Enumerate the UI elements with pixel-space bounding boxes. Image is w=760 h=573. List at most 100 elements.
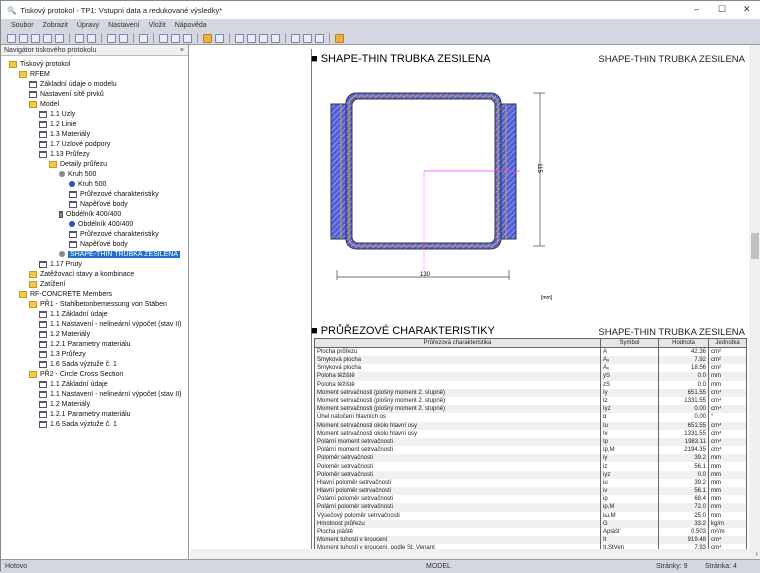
tree-item[interactable]: Tiskový protokol	[9, 59, 70, 69]
tree-item[interactable]: Zatížení	[29, 279, 65, 289]
menu-0[interactable]: Soubor	[11, 22, 34, 29]
tree-item[interactable]: 1.2 Linie	[39, 119, 76, 129]
menu-5[interactable]: Nápověda	[175, 22, 207, 29]
symbol: iv	[600, 487, 659, 496]
minimize-button[interactable]: –	[694, 4, 699, 14]
tree-item[interactable]: 1.6 Sada výztuže č. 1	[39, 419, 117, 429]
tree-item-label: Obdélník 400/400	[66, 210, 122, 218]
page-icon	[39, 360, 47, 368]
unit: cm²	[708, 364, 747, 373]
tree-item[interactable]: Model	[29, 99, 59, 109]
value: 7.92	[658, 356, 709, 365]
toolbar-button-icon[interactable]	[247, 33, 256, 43]
property-name: Poloha těžiště	[314, 372, 601, 381]
table-row: Hlavní poloměr setrvačnosti iv 56.1 mm	[314, 487, 747, 496]
toolbar-button-icon[interactable]	[87, 33, 96, 43]
close-button[interactable]: ✕	[743, 4, 751, 15]
tree-item[interactable]: RFEM	[19, 69, 50, 79]
toolbar-button-icon[interactable]	[19, 33, 28, 43]
tree-item[interactable]: Základní údaje o modelu	[29, 79, 117, 89]
tree-item[interactable]: 1.6 Sada výztuže č. 1	[39, 359, 117, 369]
tree-item[interactable]: 1.2 Materiály	[39, 329, 90, 339]
vertical-scrollbar[interactable]	[749, 45, 760, 549]
property-name: Hlavní poloměr setrvačnosti	[314, 487, 601, 496]
tree-item[interactable]: 1.1 Základní údaje	[39, 379, 108, 389]
value: 0.0	[658, 470, 709, 479]
menu-1[interactable]: Zobrazit	[43, 22, 68, 29]
tree-item[interactable]: 1.17 Pruty	[39, 259, 82, 269]
page-icon	[39, 310, 47, 318]
toolbar-button-icon[interactable]	[271, 33, 280, 43]
symbol: Aᵤ	[600, 356, 659, 365]
property-name: Úhel natočení hlavních os	[314, 413, 601, 422]
column-header: Symbol	[600, 338, 659, 348]
toolbar-button-icon[interactable]	[235, 33, 244, 43]
toolbar-button-icon[interactable]	[183, 33, 192, 43]
symbol: It	[600, 536, 659, 545]
menu-4[interactable]: Vložit	[149, 22, 166, 29]
maximize-button[interactable]: ☐	[718, 4, 726, 15]
toolbar-button-icon[interactable]	[171, 33, 180, 43]
horizontal-scrollbar[interactable]: ›	[190, 549, 760, 559]
menu-3[interactable]: Nastavení	[108, 22, 140, 29]
tree-item[interactable]: 1.7 Uzlové podpory	[39, 139, 110, 149]
unit: cm²	[708, 347, 747, 356]
toolbar-button-icon[interactable]	[303, 33, 312, 43]
toolbar-button-icon[interactable]	[291, 33, 300, 43]
tree-item[interactable]: PŘ1 - Stahlbetonbemessung von Stäben	[29, 299, 167, 309]
unit: m²/m	[708, 527, 747, 537]
toolbar-button-icon[interactable]	[31, 33, 40, 43]
toolbar-button-icon[interactable]	[215, 33, 224, 43]
tree-item[interactable]: 1.2.1 Parametry materiálu	[39, 409, 131, 419]
toolbar-button-icon[interactable]	[43, 33, 52, 43]
menu-2[interactable]: Úpravy	[77, 22, 99, 29]
tree-item[interactable]: Obdélník 400/400	[69, 219, 133, 229]
tree-item-label: 1.2 Materiály	[50, 330, 91, 338]
toolbar-button-icon[interactable]	[107, 33, 116, 43]
tree-item[interactable]: RF-CONCRETE Members	[19, 289, 112, 299]
tree-item[interactable]: Průřezové charakteristiky	[69, 229, 159, 239]
tree-item[interactable]: SHAPE-THIN TRUBKA ZESILENA	[59, 249, 181, 259]
tree-item[interactable]: Detaily průřezu	[49, 159, 107, 169]
toolbar-button-icon[interactable]	[55, 33, 64, 43]
tree-item[interactable]: 1.2 Materiály	[39, 399, 90, 409]
navigator-close-button[interactable]: ×	[180, 47, 184, 54]
tree-item-label: 1.3 Materiály	[50, 130, 91, 138]
unit: cm⁴	[708, 536, 747, 545]
toolbar-button-icon[interactable]	[335, 33, 344, 43]
tree-item[interactable]: 1.1 Nastavení - nelineární výpočet (stav…	[39, 389, 182, 399]
tree-item[interactable]: Průřezové charakteristiky	[69, 189, 159, 199]
table-row: Poloměr setrvačnosti iy 39.2 mm	[314, 454, 747, 463]
toolbar-button-icon[interactable]	[139, 33, 148, 43]
tree-item[interactable]: 1.3 Průřezy	[39, 349, 86, 359]
value: 651.55	[658, 421, 709, 430]
tree-item[interactable]: PŘ2 - Circle Cross Section	[29, 369, 123, 379]
tree-item[interactable]: Obdélník 400/400	[59, 209, 121, 219]
tree-item[interactable]: Nastavení sítě prvků	[29, 89, 104, 99]
toolbar-button-icon[interactable]	[315, 33, 324, 43]
tree-item[interactable]: Zatěžovací stavy a kombinace	[29, 269, 134, 279]
tree-item[interactable]: Kruh 500	[59, 169, 96, 179]
tree-item[interactable]: 1.13 Průřezy	[39, 149, 90, 159]
toolbar-button-icon[interactable]	[159, 33, 168, 43]
table-row: Poloměr setrvačnosti iz 56.1 mm	[314, 462, 747, 471]
toolbar-button-icon[interactable]	[75, 33, 84, 43]
tree-item[interactable]: Napěťové body	[69, 199, 128, 209]
tree-item[interactable]: Kruh 500	[69, 179, 106, 189]
tree-item[interactable]: Napěťové body	[69, 239, 128, 249]
tree-item[interactable]: 1.3 Materiály	[39, 129, 90, 139]
tree-item[interactable]: 1.1 Základní údaje	[39, 309, 108, 319]
tree-item-label: 1.3 Průřezy	[50, 350, 86, 358]
value: 56.1	[658, 487, 709, 496]
toolbar-button-icon[interactable]	[203, 33, 212, 43]
tree-item[interactable]: 1.2.1 Parametry materiálu	[39, 339, 131, 349]
vertical-scrollbar-thumb[interactable]	[751, 233, 759, 259]
tree-item[interactable]: 1.1 Nastavení - nelineární výpočet (stav…	[39, 319, 182, 329]
folder-icon	[29, 270, 37, 278]
toolbar-button-icon[interactable]	[259, 33, 268, 43]
toolbar-button-icon[interactable]	[7, 33, 16, 43]
toolbar-button-icon[interactable]	[119, 33, 128, 43]
symbol: iu	[600, 478, 659, 487]
tree-item[interactable]: 1.1 Uzly	[39, 109, 75, 119]
property-name: Polární poloměr setrvačnosti	[314, 495, 601, 504]
